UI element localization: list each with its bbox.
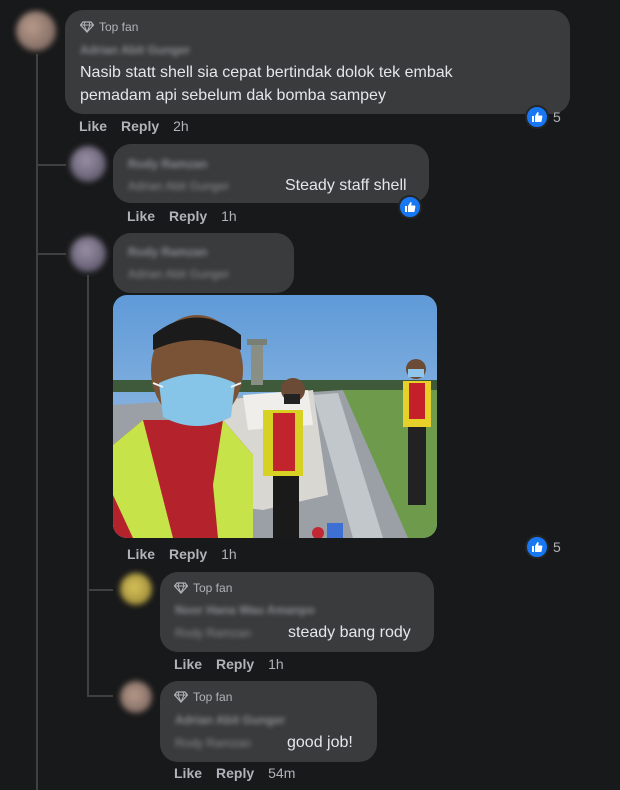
reaction-summary[interactable] [398, 195, 422, 219]
badge-label: Top fan [193, 581, 233, 595]
top-fan-badge: Top fan [174, 690, 232, 704]
avatar[interactable] [70, 146, 106, 182]
like-thumb-icon [532, 542, 543, 552]
comment-actions: Like Reply 54m [174, 765, 295, 781]
author-name[interactable]: Noor Hana Wau Amanpo [175, 603, 315, 617]
reaction-count: 5 [553, 109, 561, 125]
like-button[interactable]: Like [127, 208, 155, 224]
reply-button[interactable]: Reply [121, 118, 159, 134]
mention[interactable]: Rody Ramzan [175, 736, 251, 750]
thread-branch-1 [36, 164, 66, 166]
author-name[interactable]: Rody Ramzan [128, 157, 207, 171]
avatar[interactable] [16, 11, 56, 51]
thread-branch-3 [87, 589, 113, 591]
thread-branch-2 [36, 253, 66, 255]
comment-photo[interactable] [113, 295, 437, 538]
comment-text-line-1: Nasib statt shell sia cepat bertindak do… [80, 64, 453, 81]
timestamp[interactable]: 2h [173, 118, 189, 134]
reply-button[interactable]: Reply [216, 765, 254, 781]
avatar[interactable] [120, 681, 152, 713]
author-name[interactable]: Adrian Abit Gunger [80, 43, 190, 57]
thread-line-sub [87, 275, 89, 695]
timestamp[interactable]: 1h [268, 656, 284, 672]
mention[interactable]: Adrian Abit Gunger [128, 179, 229, 193]
badge-label: Top fan [99, 20, 139, 34]
avatar[interactable] [120, 573, 152, 605]
comment-actions: Like Reply 1h [174, 656, 284, 672]
comment-text-line-2: pemadam api sebelum dak bomba sampey [80, 87, 386, 104]
comment-actions: Like Reply 2h [79, 118, 189, 134]
thread-branch-4 [87, 695, 113, 697]
comment-actions: Like Reply 1h [127, 546, 237, 562]
mention[interactable]: Rody Ramzan [175, 626, 251, 640]
badge-label: Top fan [193, 690, 233, 704]
timestamp[interactable]: 1h [221, 546, 237, 562]
reaction-count: 5 [553, 539, 561, 555]
reply-button[interactable]: Reply [169, 546, 207, 562]
like-thumb-icon [532, 112, 543, 122]
comment-actions: Like Reply 1h [127, 208, 237, 224]
avatar[interactable] [70, 236, 106, 272]
author-name[interactable]: Rody Ramzan [128, 245, 207, 259]
author-name[interactable]: Adrian Abit Gunger [175, 713, 285, 727]
like-button[interactable]: Like [174, 765, 202, 781]
like-button[interactable]: Like [174, 656, 202, 672]
timestamp[interactable]: 54m [268, 765, 295, 781]
top-fan-badge: Top fan [80, 20, 138, 34]
timestamp[interactable]: 1h [221, 208, 237, 224]
comment-text: Steady staff shell [285, 177, 407, 194]
reply-button[interactable]: Reply [216, 656, 254, 672]
reply-button[interactable]: Reply [169, 208, 207, 224]
like-thumb-icon [405, 202, 416, 212]
diamond-icon [174, 582, 188, 594]
top-fan-badge: Top fan [174, 581, 232, 595]
diamond-icon [174, 691, 188, 703]
mention[interactable]: Adrian Abit Gunger [128, 267, 229, 281]
comment-bubble [113, 233, 294, 293]
comment-text: steady bang rody [288, 624, 411, 641]
reaction-summary[interactable]: 5 [525, 535, 561, 559]
diamond-icon [80, 21, 94, 33]
like-button[interactable]: Like [127, 546, 155, 562]
comment-text: good job! [287, 734, 353, 751]
like-button[interactable]: Like [79, 118, 107, 134]
reaction-summary[interactable]: 5 [525, 105, 561, 129]
